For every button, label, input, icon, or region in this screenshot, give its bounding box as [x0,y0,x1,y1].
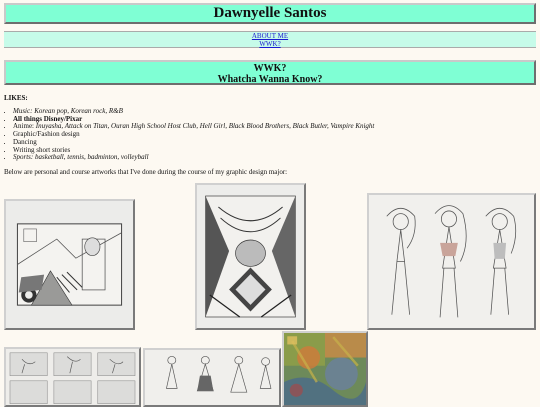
artwork-5-image[interactable] [143,348,281,407]
likes-heading: LIKES: [4,94,28,102]
likes-item-sports: Sports: basketball, tennis, badminton, v… [13,153,374,162]
section-subtitle: Whatcha Wanna Know? [217,74,323,85]
artwork-4-image[interactable] [4,347,141,407]
section-header-banner: WWK? Whatcha Wanna Know? [4,60,536,85]
likes-list: Music: Korean pop, Korean rock, R&B All … [4,107,374,162]
artwork-6-image[interactable] [282,331,368,407]
artwork-1-image[interactable] [4,199,135,330]
artwork-2-image[interactable] [195,183,306,330]
site-title-banner: Dawnyelle Santos [4,3,536,24]
likes-item-design: Graphic/Fashion design [13,130,374,139]
nav-bar: ABOUT ME WWK? [4,31,536,48]
site-title: Dawnyelle Santos [213,5,327,21]
nav-link-wwk[interactable]: WWK? [4,40,536,48]
nav-link-about-me[interactable]: ABOUT ME [4,32,536,40]
section-title: WWK? [253,63,287,74]
artwork-intro-text: Below are personal and course artworks t… [4,168,288,176]
artwork-3-image[interactable] [367,193,536,330]
